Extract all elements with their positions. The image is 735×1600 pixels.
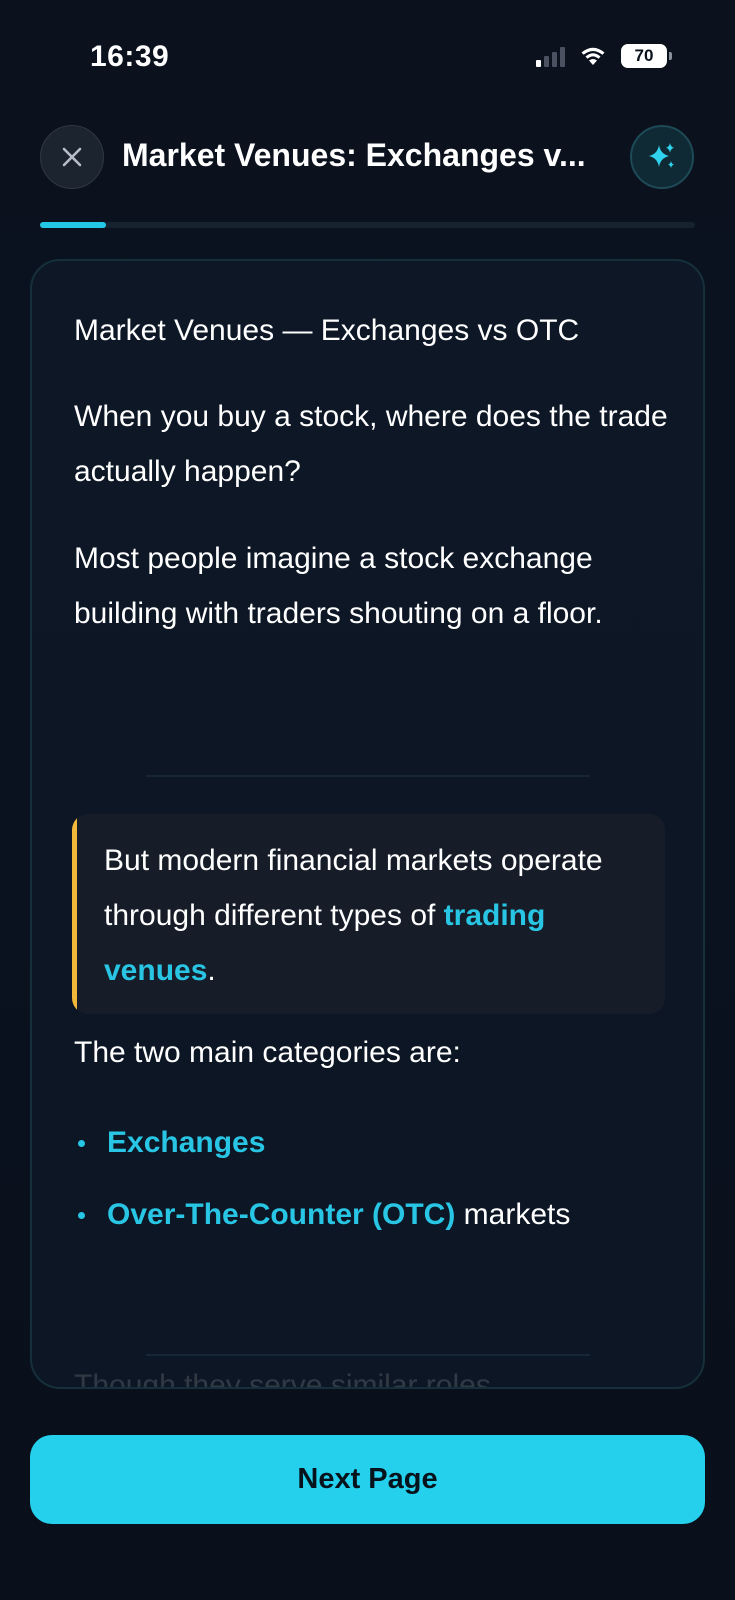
callout-text-part: .	[207, 954, 216, 987]
status-icons: 70	[536, 44, 672, 68]
lesson-content-card[interactable]: Market Venues — Exchanges vs OTC When yo…	[30, 259, 705, 1389]
list-item-highlight[interactable]: Over-The-Counter (OTC)	[107, 1198, 455, 1232]
bullet-dot	[78, 1211, 85, 1219]
ai-assistant-button[interactable]	[630, 125, 694, 189]
lesson-heading: Market Venues — Exchanges vs OTC	[74, 314, 580, 347]
section-divider	[146, 775, 590, 777]
page-title: Market Venues: Exchanges v...	[122, 137, 586, 173]
faded-next-line: Though they serve similar roles,	[74, 1369, 500, 1389]
wifi-icon	[581, 47, 605, 65]
list-item: Over-The-Counter (OTC) markets	[74, 1198, 570, 1232]
callout-accent-bar	[72, 814, 77, 1014]
list-item-suffix: markets	[455, 1198, 571, 1231]
lesson-paragraph: Most people imagine a stock exchange bui…	[74, 542, 603, 630]
callout-text: But modern financial markets operate thr…	[104, 833, 644, 998]
bullet-dot	[78, 1139, 85, 1147]
status-time: 16:39	[90, 40, 170, 73]
close-icon	[62, 147, 82, 167]
close-button[interactable]	[40, 125, 104, 189]
signal-icon	[536, 45, 565, 67]
list-item: Exchanges	[74, 1126, 265, 1160]
callout-box: But modern financial markets operate thr…	[72, 814, 665, 1014]
lesson-progress-fill	[40, 222, 106, 228]
lesson-paragraph: When you buy a stock, where does the tra…	[74, 400, 668, 488]
battery-icon: 70	[621, 44, 672, 68]
categories-intro: The two main categories are:	[74, 1036, 461, 1069]
next-page-button[interactable]: Next Page	[30, 1435, 705, 1524]
section-divider	[146, 1354, 590, 1356]
sparkles-icon	[649, 143, 674, 168]
lesson-progress-bar	[40, 222, 695, 228]
list-item-highlight[interactable]: Exchanges	[107, 1126, 265, 1160]
